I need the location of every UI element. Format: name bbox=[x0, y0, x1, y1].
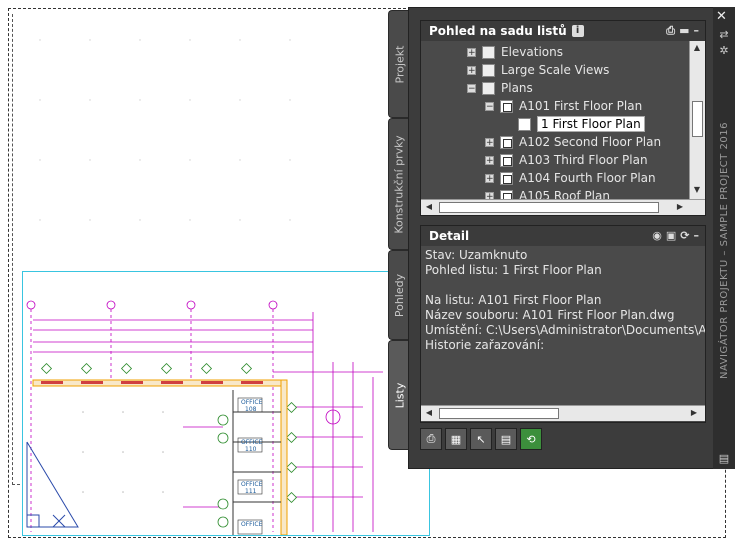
tree-item[interactable]: + A104 Fourth Floor Plan bbox=[485, 169, 656, 187]
floor-plan-drawing: OFFICE 108 OFFICE 110 OFFICE 111 OFFICE bbox=[26, 300, 383, 535]
collapse-icon[interactable]: − bbox=[485, 101, 494, 111]
tab-pohledy[interactable]: Pohledy bbox=[388, 250, 410, 340]
tree-horizontal-scrollbar[interactable]: ◀ ▶ bbox=[421, 199, 705, 215]
group-icon bbox=[482, 45, 495, 59]
palette-tabs: Projekt Konstrukční prvky Pohledy Listy bbox=[388, 10, 410, 450]
tree-item-label: Large Scale Views bbox=[501, 63, 610, 77]
details-view-icon[interactable]: ▣ bbox=[666, 229, 676, 242]
room-number-2: 110 bbox=[245, 446, 257, 453]
scroll-up-icon[interactable]: ▲ bbox=[690, 43, 704, 52]
tree-item-label: A105 Roof Plan bbox=[519, 189, 610, 199]
tree-item[interactable]: + A103 Third Floor Plan bbox=[485, 151, 648, 169]
print-icon[interactable]: ⎙ bbox=[666, 24, 675, 38]
tree-item-label: A104 Fourth Floor Plan bbox=[519, 171, 656, 185]
palette-title: NAVIGÁTOR PROJEKTU – SAMPLE PROJECT 2016 bbox=[718, 121, 730, 379]
folder-icon[interactable]: ▬ bbox=[679, 24, 689, 38]
detail-line: Umístění: C:\Users\Administrator\Documen… bbox=[425, 323, 705, 337]
tree-item[interactable]: − A101 First Floor Plan bbox=[485, 97, 642, 115]
tree-vertical-scrollbar[interactable]: ▲ ▼ bbox=[689, 41, 705, 199]
sheet-icon bbox=[500, 135, 513, 149]
tree-item-label: A103 Third Floor Plan bbox=[519, 153, 648, 167]
detail-header: Detail ◉ ▣ ⟳ – bbox=[421, 226, 705, 246]
expand-icon[interactable]: + bbox=[467, 47, 476, 57]
tree-item-label: A101 First Floor Plan bbox=[519, 99, 643, 113]
collapse-icon[interactable]: − bbox=[467, 83, 476, 93]
tree-item-selected[interactable]: 1 First Floor Plan bbox=[518, 115, 645, 133]
tab-listy[interactable]: Listy bbox=[388, 340, 410, 450]
tree-item[interactable]: + A102 Second Floor Plan bbox=[485, 133, 661, 151]
detail-line: Na listu: A101 First Floor Plan bbox=[425, 293, 602, 307]
refresh-icon[interactable]: ⟲ bbox=[520, 428, 542, 450]
view-icon bbox=[518, 117, 531, 131]
tree-item-label: 1 First Floor Plan bbox=[537, 116, 645, 132]
close-icon[interactable]: ✕ bbox=[716, 9, 727, 24]
room-number-1: 108 bbox=[245, 406, 257, 413]
tab-konstrukcni-prvky[interactable]: Konstrukční prvky bbox=[388, 118, 410, 250]
group-icon bbox=[482, 81, 495, 95]
scroll-thumb[interactable] bbox=[692, 101, 703, 137]
sheet-icon bbox=[500, 171, 513, 185]
scroll-right-icon[interactable]: ▶ bbox=[673, 202, 687, 211]
scroll-left-icon[interactable]: ◀ bbox=[422, 202, 436, 211]
tree-item-label: Elevations bbox=[501, 45, 563, 59]
scroll-left-icon[interactable]: ◀ bbox=[422, 408, 436, 417]
room-number-3: 111 bbox=[245, 488, 257, 495]
background-dots bbox=[39, 39, 291, 221]
sheet-icon bbox=[500, 189, 513, 199]
refresh-detail-icon[interactable]: ⟳ bbox=[680, 229, 689, 242]
room-label-2: OFFICE bbox=[241, 439, 263, 446]
tab-projekt[interactable]: Projekt bbox=[388, 10, 410, 118]
room-label-4: OFFICE bbox=[241, 521, 263, 528]
sheet-set-panel: Pohled na sadu listů i ⎙ ▬ – + Elevations… bbox=[420, 20, 706, 216]
group-icon bbox=[482, 63, 495, 77]
room-label-1: OFFICE bbox=[241, 399, 263, 406]
publish-icon[interactable]: ⎙ bbox=[420, 428, 442, 450]
tab-label: Projekt bbox=[393, 45, 406, 83]
sheet-set-header: Pohled na sadu listů i ⎙ ▬ – bbox=[421, 21, 705, 41]
tree-item[interactable]: + A105 Roof Plan bbox=[485, 187, 610, 199]
detail-panel: Detail ◉ ▣ ⟳ – Stav: Uzamknuto Pohled li… bbox=[420, 225, 706, 423]
tree-item-label: Plans bbox=[501, 81, 533, 95]
scroll-right-icon[interactable]: ▶ bbox=[687, 408, 701, 417]
floor-plan-viewport[interactable]: OFFICE 108 OFFICE 110 OFFICE 111 OFFICE bbox=[22, 271, 430, 536]
palette-toolbar: ⎙ ▦ ↖ ▤ ⟲ bbox=[420, 428, 542, 454]
tab-label: Konstrukční prvky bbox=[393, 134, 407, 234]
tree-item-label: A102 Second Floor Plan bbox=[519, 135, 662, 149]
tree-item[interactable]: − Plans bbox=[467, 79, 533, 97]
preview-icon[interactable]: ◉ bbox=[652, 229, 662, 242]
new-sheet-icon[interactable]: ▦ bbox=[445, 428, 467, 450]
detail-horizontal-scrollbar[interactable]: ◀ ▶ bbox=[421, 405, 705, 421]
expand-icon[interactable]: + bbox=[467, 65, 476, 75]
detail-line bbox=[425, 278, 705, 293]
expand-icon[interactable]: + bbox=[485, 191, 494, 199]
tree-item[interactable]: + Elevations bbox=[467, 43, 563, 61]
sheet-properties-icon[interactable]: ▤ bbox=[495, 428, 517, 450]
detail-line: Název souboru: A101 First Floor Plan.dwg bbox=[425, 308, 675, 322]
detail-line: Historie zařazování: bbox=[425, 338, 545, 352]
detail-line: Stav: Uzamknuto bbox=[425, 248, 528, 262]
scroll-down-icon[interactable]: ▼ bbox=[690, 185, 704, 194]
detail-text: Stav: Uzamknuto Pohled listu: 1 First Fl… bbox=[425, 248, 705, 353]
scroll-thumb[interactable] bbox=[439, 202, 659, 213]
sheet-icon bbox=[500, 153, 513, 167]
detail-title: Detail bbox=[429, 229, 470, 243]
sheet-set-title: Pohled na sadu listů bbox=[429, 24, 567, 38]
room-label-3: OFFICE bbox=[241, 481, 263, 488]
expand-icon[interactable]: + bbox=[485, 173, 494, 183]
info-icon[interactable]: i bbox=[571, 25, 584, 37]
minimize-icon[interactable]: – bbox=[694, 229, 700, 242]
tree-item[interactable]: + Large Scale Views bbox=[467, 61, 609, 79]
tab-label: Pohledy bbox=[393, 273, 407, 317]
sheet-tree[interactable]: + Elevations + Large Scale Views − Plans − A… bbox=[421, 41, 687, 199]
expand-icon[interactable]: + bbox=[485, 155, 494, 165]
detail-line: Pohled listu: 1 First Floor Plan bbox=[425, 263, 602, 277]
minimize-icon[interactable]: – bbox=[694, 24, 700, 38]
tab-label: Listy bbox=[393, 382, 406, 408]
palette-menu-icon[interactable]: ▤ bbox=[717, 452, 731, 465]
locked-sheet-icon bbox=[500, 99, 513, 113]
select-icon[interactable]: ↖ bbox=[470, 428, 492, 450]
expand-icon[interactable]: + bbox=[485, 137, 494, 147]
scroll-thumb[interactable] bbox=[439, 408, 559, 419]
